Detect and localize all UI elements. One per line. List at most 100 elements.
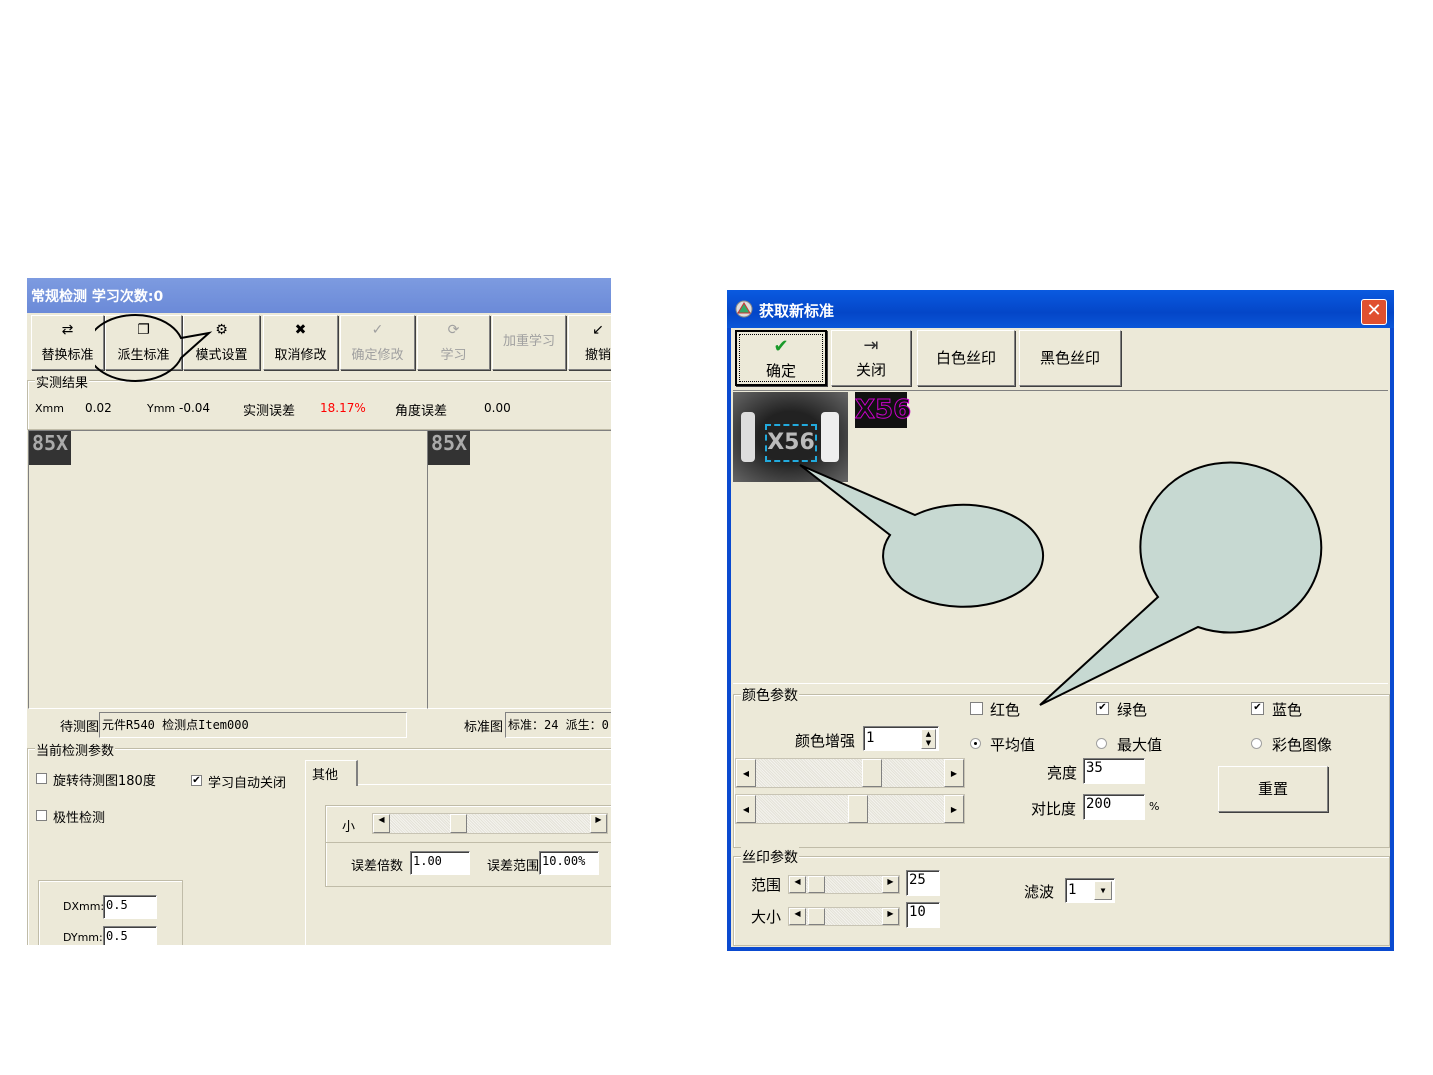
color-image-radio[interactable]: [1251, 738, 1262, 749]
close-button[interactable]: ✕: [1361, 299, 1387, 325]
scroll-right-button[interactable]: ▶: [944, 759, 964, 787]
component-marking: X56: [767, 430, 815, 455]
dy-label: DYmm:: [63, 931, 103, 944]
toolbar-button-label: 学习: [440, 348, 467, 363]
rotate-checkbox[interactable]: [36, 773, 47, 784]
dialog-button-0[interactable]: ✔ 确定: [735, 330, 827, 386]
error-range-label: 误差范围: [487, 859, 540, 874]
dialog-button-2[interactable]: 白色丝印: [917, 330, 1015, 386]
standard-image-pane: 85X: [427, 430, 611, 709]
dialog-button-label: 白色丝印: [935, 349, 996, 367]
scroll-right-button[interactable]: ▶: [590, 814, 607, 833]
callout-bubbles: [799, 461, 1323, 706]
test-image-label: 待测图: [60, 720, 100, 735]
refresh-icon: ⟳: [447, 322, 460, 338]
sensitivity-slider[interactable]: ◀ ▶: [372, 813, 608, 834]
silkscreen-preview: X56: [854, 392, 912, 428]
exit-door-icon: ⇥: [863, 335, 879, 356]
contrast-input[interactable]: 200: [1083, 794, 1145, 820]
results-group: [27, 380, 611, 430]
brightness-slider[interactable]: ◀ ▶: [735, 758, 965, 788]
scroll-left-button[interactable]: ◀: [789, 876, 806, 893]
contrast-label: 对比度: [1031, 800, 1077, 818]
scroll-right-button[interactable]: ▶: [882, 876, 899, 893]
rotate-label: 旋转待测图180度: [53, 774, 156, 789]
dialog-button-label: 黑色丝印: [1039, 349, 1100, 367]
xmm-label: Xmm: [35, 402, 64, 415]
dialog-button-label: 确定: [765, 362, 796, 380]
small-label: 小: [342, 820, 356, 835]
color-enhance-label: 颜色增强: [795, 732, 856, 750]
undo-icon: ↙: [592, 322, 604, 338]
dy-input[interactable]: 0.5: [103, 926, 157, 945]
slider-thumb[interactable]: [862, 759, 882, 787]
tab-other[interactable]: 其他: [305, 760, 358, 786]
results-group-label: 实测结果: [35, 372, 90, 391]
error-range-input[interactable]: 10.00%: [539, 851, 599, 875]
tab-other-label: 其他: [312, 768, 339, 783]
replace-standard-icon: ⇄: [61, 322, 74, 338]
range-label: 范围: [751, 876, 782, 894]
dialog-title: 获取新标准: [759, 302, 835, 320]
filter-value: 1: [1068, 882, 1077, 898]
test-image-pane: 85X: [28, 430, 428, 709]
polarity-label: 极性检测: [53, 811, 106, 826]
contrast-slider[interactable]: ◀ ▶: [735, 794, 965, 824]
scroll-left-button[interactable]: ◀: [373, 814, 390, 833]
toolbar-button-4[interactable]: ✓ 确定修改: [340, 315, 415, 370]
toolbar-button-label: 加重学习: [502, 334, 555, 349]
error-value: 18.17%: [320, 401, 366, 415]
slider-thumb[interactable]: [450, 814, 467, 833]
error-multiplier-label: 误差倍数: [351, 859, 404, 874]
average-radio[interactable]: [970, 738, 981, 749]
toolbar-button-label: 替换标准: [41, 348, 94, 363]
slider-thumb[interactable]: [808, 908, 825, 925]
size-input[interactable]: 10: [906, 902, 940, 928]
test-image-info: 元件R540 检测点Item000: [99, 712, 407, 738]
polarity-checkbox[interactable]: [36, 810, 47, 821]
silk-params-label: 丝印参数: [741, 847, 799, 867]
ymm-label: Ymm: [147, 402, 176, 415]
error-multiplier-input[interactable]: 1.00: [410, 851, 470, 875]
filter-dropdown[interactable]: 1 ▼: [1065, 878, 1115, 903]
params-group-label: 当前检测参数: [35, 740, 116, 759]
chevron-down-icon[interactable]: ▼: [1094, 881, 1112, 900]
toolbar-button-0[interactable]: ⇄ 替换标准: [31, 315, 104, 370]
max-radio[interactable]: [1096, 738, 1107, 749]
scroll-right-button[interactable]: ▶: [944, 795, 964, 823]
toolbar-button-3[interactable]: ✖ 取消修改: [263, 315, 338, 370]
auto-close-checkbox[interactable]: ✔: [191, 775, 202, 786]
dialog-title-bar: 获取新标准 ✕: [727, 290, 1394, 328]
slider-thumb[interactable]: [808, 876, 825, 893]
toolbar-button-label: 撤销: [584, 348, 611, 363]
toolbar-button-7[interactable]: ↙ 撤销: [568, 315, 611, 370]
check-icon: ✓: [371, 322, 384, 338]
range-input[interactable]: 25: [906, 870, 940, 896]
slider-thumb[interactable]: [848, 795, 868, 823]
range-slider[interactable]: ◀ ▶: [788, 875, 900, 894]
dialog-button-label: 关闭: [855, 361, 886, 379]
angle-error-label: 角度误差: [395, 404, 448, 419]
dialog-button-1[interactable]: ⇥ 关闭: [831, 330, 911, 386]
scroll-left-button[interactable]: ◀: [736, 795, 756, 823]
contrast-unit: %: [1149, 800, 1160, 813]
scroll-left-button[interactable]: ◀: [789, 908, 806, 925]
brightness-input[interactable]: 35: [1083, 758, 1145, 784]
size-label: 大小: [751, 908, 782, 926]
check-icon: ✔: [773, 336, 789, 357]
scroll-right-button[interactable]: ▶: [882, 908, 899, 925]
toolbar-button-label: 确定修改: [351, 348, 404, 363]
window-title: 常规检测 学习次数:0: [31, 289, 164, 305]
xmm-value: 0.02: [85, 401, 112, 415]
size-slider[interactable]: ◀ ▶: [788, 907, 900, 926]
dx-input[interactable]: 0.5: [103, 895, 157, 919]
toolbar-button-6[interactable]: 加重学习: [492, 315, 566, 370]
dialog-button-3[interactable]: 黑色丝印: [1019, 330, 1121, 386]
app-logo-icon: [735, 300, 753, 318]
toolbar-button-5[interactable]: ⟳ 学习: [417, 315, 490, 370]
spinner-arrows[interactable]: ▲ ▼: [921, 729, 936, 749]
average-label: 平均值: [990, 736, 1036, 754]
scroll-left-button[interactable]: ◀: [736, 759, 756, 787]
reset-button[interactable]: 重置: [1218, 766, 1328, 812]
standard-image-label: 标准图: [464, 720, 504, 735]
